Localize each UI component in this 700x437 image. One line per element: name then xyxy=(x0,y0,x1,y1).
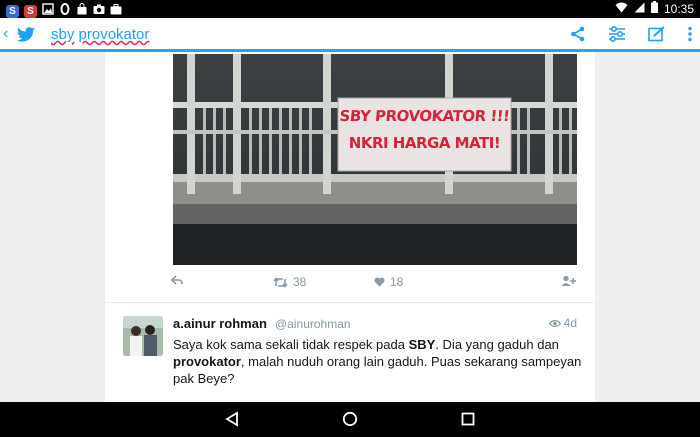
tweet-text: Saya kok sama sekali tidak respek pada S… xyxy=(173,337,582,386)
nav-home-icon[interactable] xyxy=(342,411,358,432)
s-icon: S xyxy=(6,4,19,18)
banner-line-2: NKRI HARGA MATI! xyxy=(348,134,501,152)
search-query[interactable]: sby provokator xyxy=(51,26,149,43)
clock: 10:35 xyxy=(663,1,694,16)
share-icon[interactable] xyxy=(570,26,586,42)
avatar[interactable] xyxy=(123,316,163,356)
tweet-feed[interactable]: SBY PROVOKATOR !!! NKRI HARGA MATI! 38 1… xyxy=(105,52,595,402)
author-handle[interactable]: @ainurohman xyxy=(275,317,351,331)
filter-sliders-icon[interactable] xyxy=(608,26,626,42)
compose-tweet-icon[interactable] xyxy=(648,26,666,42)
status-bar: S S 10:35 xyxy=(0,0,700,18)
add-user-icon xyxy=(561,275,576,286)
tweet-time[interactable]: 4d xyxy=(548,316,577,330)
twitter-bird-icon[interactable] xyxy=(16,27,36,48)
nav-recents-icon[interactable] xyxy=(460,411,476,432)
banner-line-1: SBY PROVOKATOR !!! xyxy=(338,107,511,125)
reply-icon xyxy=(171,275,183,285)
retweet-icon xyxy=(273,276,288,288)
like-button[interactable]: 18 xyxy=(374,275,403,289)
author-name[interactable]: a.ainur rohman xyxy=(173,316,267,331)
wifi-icon xyxy=(615,2,628,16)
battery-icon xyxy=(650,1,658,16)
banner-text: SBY PROVOKATOR !!! NKRI HARGA MATI! xyxy=(338,104,511,158)
overflow-menu-icon[interactable] xyxy=(688,26,692,42)
like-count: 18 xyxy=(390,275,404,289)
retweet-count: 38 xyxy=(293,275,307,289)
nav-back-icon[interactable] xyxy=(224,411,240,432)
retweet-button[interactable]: 38 xyxy=(273,275,306,289)
signal-icon xyxy=(634,2,645,16)
tweet-divider xyxy=(105,302,595,303)
eye-icon xyxy=(548,319,561,327)
android-nav-bar xyxy=(0,402,700,437)
follow-button[interactable] xyxy=(561,275,576,286)
heart-icon xyxy=(374,277,385,287)
tweet-action-bar: 38 18 xyxy=(105,266,595,300)
back-chevron-icon[interactable]: ‹ xyxy=(3,25,8,43)
app-bar: ‹ sby provokator xyxy=(0,18,700,52)
reply-button[interactable] xyxy=(171,275,183,285)
tweet-photo[interactable]: SBY PROVOKATOR !!! NKRI HARGA MATI! xyxy=(173,54,577,265)
tweet[interactable]: a.ainur rohman @ainurohman 4d Saya kok s… xyxy=(105,304,595,402)
s-icon-red: S xyxy=(24,4,37,18)
